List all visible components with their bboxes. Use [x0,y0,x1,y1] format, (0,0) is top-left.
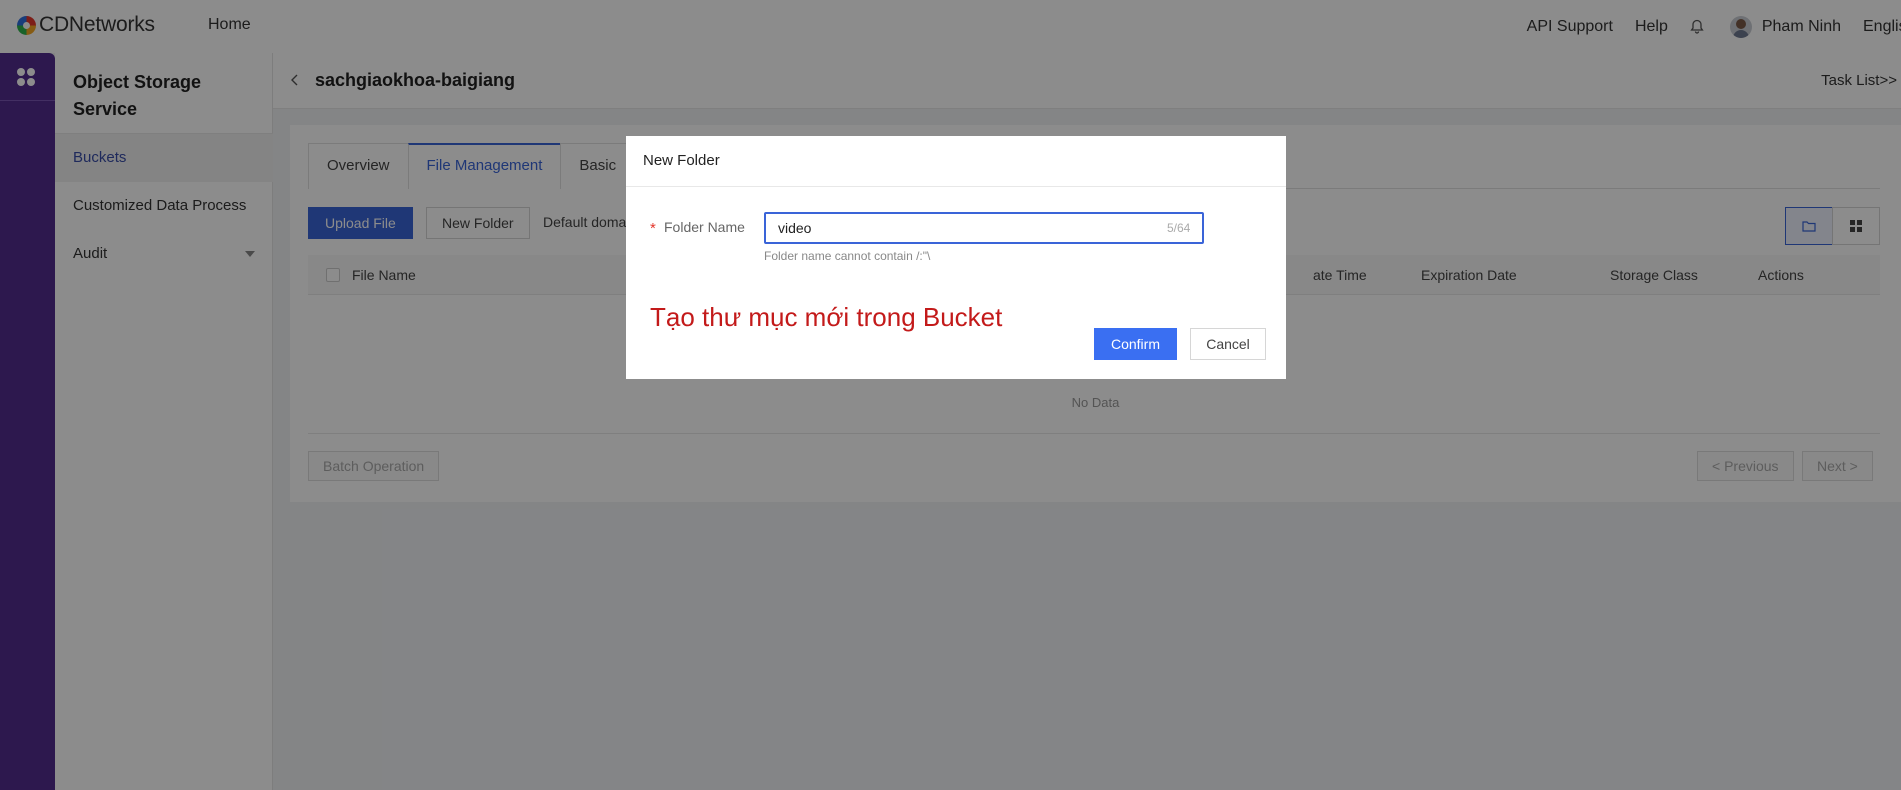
confirm-button[interactable]: Confirm [1094,328,1177,360]
character-counter: 5/64 [1167,221,1191,235]
new-folder-dialog: New Folder * Folder Name 5/64 Folder nam… [626,136,1286,379]
modal-overlay[interactable] [0,0,1901,790]
cancel-button[interactable]: Cancel [1190,328,1266,360]
folder-name-input[interactable] [764,212,1204,244]
folder-name-hint: Folder name cannot contain /:"\ [764,249,931,263]
annotation-caption: Tạo thư mục mới trong Bucket [650,302,1003,332]
dialog-title: New Folder [643,152,720,169]
required-marker: * [650,220,656,237]
folder-name-label: Folder Name [664,219,745,235]
dialog-divider [626,186,1286,187]
